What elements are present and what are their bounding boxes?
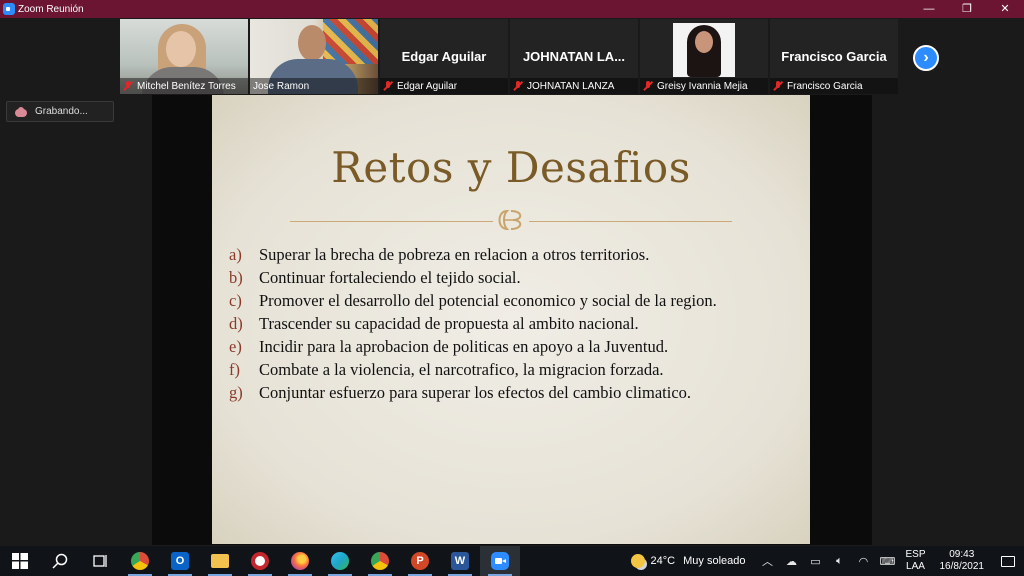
participant-name: Edgar Aguilar: [397, 80, 458, 92]
next-participants-button[interactable]: ›: [913, 45, 939, 71]
outlook-icon: O: [171, 552, 189, 570]
notifications-button[interactable]: [992, 546, 1024, 576]
participant-tile[interactable]: Francisco Garcia Francisco Garcia: [770, 19, 898, 94]
mic-muted-icon: [643, 81, 653, 91]
slide-title: Retos y Desafios: [331, 143, 691, 192]
list-item: c) Promover el desarrollo del potencial …: [229, 291, 717, 310]
taskbar-chrome-profile[interactable]: [360, 546, 400, 576]
recording-label: Grabando...: [35, 106, 88, 117]
zoom-icon: [491, 552, 509, 570]
participant-display-name: Francisco Garcia: [781, 49, 887, 64]
participant-label: Greisy Ivannia Mejia: [640, 78, 768, 94]
system-tray: 24°C Muy soleado ︿ ☁ ▭ 🔈︎ ◠ ⌨ ESP LAA 09…: [630, 546, 1024, 576]
chevron-up-icon[interactable]: ︿: [755, 553, 779, 569]
title-bar: Zoom Reunión — ❐ ✕: [0, 0, 1024, 18]
clock-date: 16/8/2021: [939, 561, 985, 572]
taskbar-chrome[interactable]: [120, 546, 160, 576]
slide-bullet-list: a) Superar la brecha de pobreza en relac…: [229, 245, 781, 406]
restore-button[interactable]: ❐: [948, 0, 986, 18]
participant-tile[interactable]: Greisy Ivannia Mejia: [640, 19, 768, 94]
weather-widget[interactable]: 24°C Muy soleado: [630, 554, 746, 568]
participant-name: Jose Ramon: [253, 80, 310, 92]
keyboard-icon[interactable]: ⌨: [875, 555, 899, 568]
folder-icon: [211, 554, 229, 568]
wifi-icon[interactable]: ◠: [851, 555, 875, 568]
ornament-icon: [493, 209, 529, 231]
taskbar-file-explorer[interactable]: [200, 546, 240, 576]
taskbar-firefox[interactable]: [280, 546, 320, 576]
participant-tile-active-speaker[interactable]: Jose Ramon: [250, 19, 378, 94]
notification-icon: [1001, 555, 1015, 567]
list-item: f) Combate a la violencia, el narcotrafi…: [229, 360, 664, 379]
participant-display-name: Edgar Aguilar: [401, 49, 487, 64]
taskbar-edge[interactable]: [320, 546, 360, 576]
list-item: d) Trascender su capacidad de propuesta …: [229, 314, 639, 333]
chrome-icon: [131, 552, 149, 570]
taskbar-powerpoint[interactable]: P: [400, 546, 440, 576]
window-controls: — ❐ ✕: [910, 0, 1024, 18]
taskbar-word[interactable]: W: [440, 546, 480, 576]
chrome-icon: [371, 552, 389, 570]
search-button[interactable]: [40, 546, 80, 576]
participant-name: Francisco Garcia: [787, 80, 863, 92]
list-item: g) Conjuntar esfuerzo para superar los e…: [229, 383, 692, 402]
search-icon: [52, 553, 68, 569]
word-icon: W: [451, 552, 469, 570]
edge-icon: [331, 552, 349, 570]
cloud-recording-icon: [15, 106, 27, 117]
app-icon: [251, 552, 269, 570]
participant-name: JOHNATAN LANZA: [527, 80, 615, 92]
list-item: e) Incidir para la aprobacion de politic…: [229, 337, 669, 356]
mic-muted-icon: [383, 81, 393, 91]
mic-muted-icon: [513, 81, 523, 91]
participant-label: Francisco Garcia: [770, 78, 898, 94]
participant-label: JOHNATAN LANZA: [510, 78, 638, 94]
participant-tile[interactable]: JOHNATAN LA... JOHNATAN LANZA: [510, 19, 638, 94]
participant-tile[interactable]: Edgar Aguilar Edgar Aguilar: [380, 19, 508, 94]
start-button[interactable]: [0, 546, 40, 576]
mic-muted-icon: [773, 81, 783, 91]
participant-name: Mitchel Benítez Torres: [137, 80, 236, 92]
battery-icon[interactable]: ▭: [803, 555, 827, 568]
clock-time: 09:43: [949, 549, 975, 560]
taskbar-app[interactable]: [240, 546, 280, 576]
taskbar-clock[interactable]: 09:43 16/8/2021: [940, 549, 985, 573]
minimize-button[interactable]: —: [910, 0, 948, 18]
task-view-button[interactable]: [80, 546, 120, 576]
participant-label: Mitchel Benítez Torres: [120, 78, 248, 94]
firefox-icon: [291, 552, 309, 570]
window-title: Zoom Reunión: [18, 3, 84, 15]
participant-strip: Mitchel Benítez Torres Jose Ramon Edgar …: [120, 19, 898, 94]
participant-label: Edgar Aguilar: [380, 78, 508, 94]
close-button[interactable]: ✕: [986, 0, 1024, 18]
participant-tile[interactable]: Mitchel Benítez Torres: [120, 19, 248, 94]
weather-temp: 24°C: [650, 555, 676, 567]
list-item: a) Superar la brecha de pobreza en relac…: [229, 245, 650, 264]
mic-muted-icon: [123, 81, 133, 91]
participant-name: Greisy Ivannia Mejia: [657, 80, 748, 92]
list-item: b) Continuar fortaleciendo el tejido soc…: [229, 268, 521, 287]
onedrive-cloud-icon[interactable]: ☁: [779, 555, 803, 568]
input-language[interactable]: ESP LAA: [905, 549, 925, 573]
participant-display-name: JOHNATAN LA...: [522, 49, 626, 64]
weather-desc: Muy soleado: [683, 555, 746, 567]
zoom-logo-icon: [3, 3, 15, 15]
windows-icon: [12, 553, 28, 569]
sunny-weather-icon: [630, 554, 645, 568]
presentation-slide: Retos y Desafios a) Superar la brecha de…: [212, 95, 810, 544]
recording-indicator[interactable]: Grabando...: [6, 101, 114, 122]
taskbar-outlook[interactable]: O: [160, 546, 200, 576]
zoom-window: Zoom Reunión — ❐ ✕ Mitchel Benítez Torre…: [0, 0, 1024, 576]
powerpoint-icon: P: [411, 552, 429, 570]
participant-label: Jose Ramon: [250, 78, 378, 94]
volume-icon[interactable]: 🔈︎: [827, 555, 851, 568]
windows-taskbar: O P W 24°C Muy soleado ︿ ☁ ▭ 🔈︎ ◠ ⌨ ESP …: [0, 546, 1024, 576]
task-view-icon: [93, 555, 107, 567]
taskbar-zoom[interactable]: [480, 546, 520, 576]
